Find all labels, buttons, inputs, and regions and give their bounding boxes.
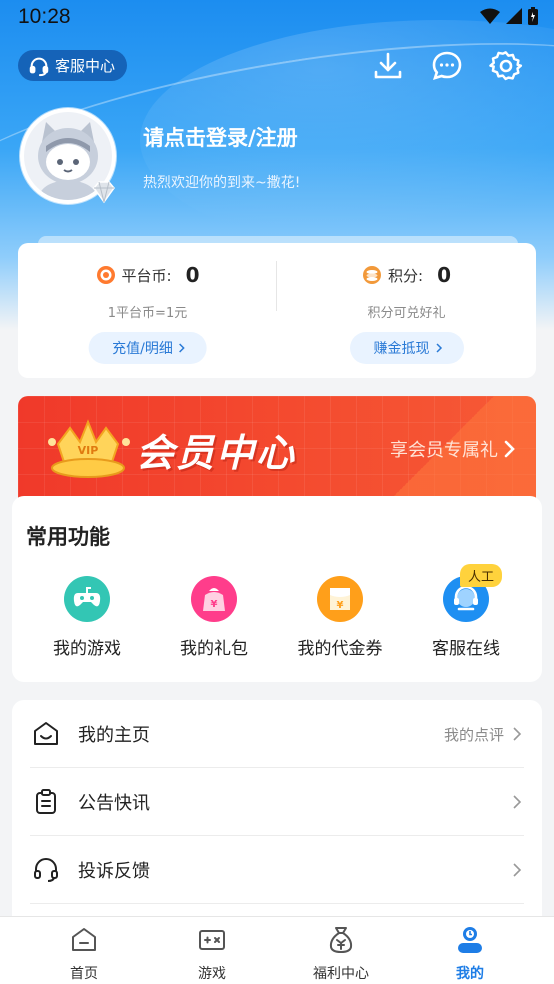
nav-item-games[interactable]: 游戏 <box>162 925 262 983</box>
profile-icon <box>458 927 482 953</box>
vip-center-banner[interactable]: VIP 会员中心 享会员专属礼 <box>18 396 536 506</box>
vip-link-label: 享会员专属礼 <box>390 440 498 461</box>
vip-badge-text: VIP <box>78 444 99 457</box>
menu-item-announcements[interactable]: 公告快讯 <box>30 768 524 836</box>
platform-coin-icon <box>96 266 115 284</box>
nav-item-label: 首页 <box>70 966 98 982</box>
headset-icon <box>29 57 49 76</box>
voucher-icon: ¥ <box>317 576 363 622</box>
home-icon <box>72 928 96 951</box>
vip-center-title: 会员中心 <box>136 431 297 475</box>
nav-item-home[interactable]: 首页 <box>34 925 134 983</box>
chevron-right-icon <box>513 863 522 877</box>
menu-item-label: 公告快讯 <box>78 793 150 814</box>
platform-coin-label: 平台币: <box>121 266 172 285</box>
money-bag-icon <box>329 927 353 954</box>
my-games-label: 我的游戏 <box>53 639 121 659</box>
wifi-icon <box>480 8 500 24</box>
menu-item-label: 投诉反馈 <box>78 861 150 882</box>
points-coin-icon <box>363 266 381 284</box>
diamond-badge-icon <box>93 181 115 204</box>
nav-item-label: 我的 <box>456 966 484 982</box>
download-icon <box>374 52 402 79</box>
my-vouchers-label: 我的代金券 <box>297 639 383 659</box>
gear-icon <box>489 51 523 81</box>
battery-icon <box>528 7 538 25</box>
customer-service-button[interactable]: 客服中心 <box>18 50 128 81</box>
status-bar: 10:28 <box>0 0 554 36</box>
earn-cash-label: 赚金抵现 <box>373 341 430 357</box>
nav-item-welfare-center[interactable]: 福利中心 <box>291 925 391 983</box>
vip-exclusive-gift-link[interactable]: 享会员专属礼 <box>390 436 516 462</box>
download-button[interactable] <box>368 46 408 86</box>
platform-coin-value: 0 <box>185 263 200 287</box>
nav-item-label: 福利中心 <box>313 966 369 982</box>
points-note: 积分可兑好礼 <box>367 306 446 321</box>
status-time: 10:28 <box>18 5 71 28</box>
platform-coin-section: 平台币: 0 1平台币=1元 充值/明细 <box>18 243 277 378</box>
nav-item-mine[interactable]: 我的 <box>420 925 520 983</box>
home-smile-icon <box>30 718 62 750</box>
crown-icon: VIP <box>48 419 130 478</box>
earn-cash-button[interactable]: 赚金抵现 <box>349 332 464 364</box>
settings-button[interactable] <box>486 46 526 86</box>
nav-item-label: 游戏 <box>198 966 226 982</box>
headphones-icon <box>30 854 62 886</box>
game-icon <box>199 930 225 950</box>
chevron-right-icon <box>435 343 442 353</box>
menu-item-label: 我的主页 <box>78 725 150 746</box>
online-service-label: 客服在线 <box>432 639 500 659</box>
gift-bag-icon: ¥ <box>191 576 237 622</box>
status-icons <box>480 7 538 25</box>
online-service-button[interactable]: 客服在线 <box>406 576 526 659</box>
my-games-button[interactable]: 我的游戏 <box>27 576 147 659</box>
chevron-right-icon <box>504 440 515 458</box>
divider <box>30 903 524 904</box>
chevron-right-icon <box>179 343 185 353</box>
signal-icon <box>506 8 522 24</box>
svg-text:¥: ¥ <box>337 600 344 611</box>
points-section: 积分: 0 积分可兑好礼 赚金抵现 <box>277 243 536 378</box>
gamepad-icon <box>64 576 110 622</box>
message-button[interactable] <box>427 46 467 86</box>
my-vouchers-button[interactable]: ¥ 我的代金券 <box>280 576 400 659</box>
recharge-details-label: 充值/明细 <box>112 341 173 357</box>
human-agent-tag: 人工 <box>460 564 503 587</box>
my-gift-packs-button[interactable]: ¥ 我的礼包 <box>154 576 274 659</box>
my-reviews-link[interactable]: 我的点评 <box>444 724 504 745</box>
chevron-right-icon <box>513 795 522 809</box>
clipboard-icon <box>30 786 62 818</box>
menu-item-complaint-feedback[interactable]: 投诉反馈 <box>30 836 524 904</box>
welcome-text: 热烈欢迎你的到来~撒花! <box>143 175 301 191</box>
svg-text:¥: ¥ <box>211 599 218 610</box>
customer-service-label: 客服中心 <box>55 57 116 75</box>
common-functions-card: 常用功能 我的游戏 ¥ 我的礼包 ¥ 我的代金券 客服在线 <box>12 496 542 682</box>
login-register-link[interactable]: 请点击登录/注册 <box>143 122 298 152</box>
coin-card: 平台币: 0 1平台币=1元 充值/明细 积分: 0 积分可兑好礼 赚金抵现 <box>18 243 536 378</box>
platform-coin-note: 1平台币=1元 <box>107 306 188 321</box>
my-gift-packs-label: 我的礼包 <box>180 639 248 659</box>
menu-item-my-homepage[interactable]: 我的主页 我的点评 <box>30 700 524 768</box>
points-value: 0 <box>437 263 451 287</box>
bottom-navigation: 首页 游戏 福利中心 我的 <box>0 916 554 984</box>
recharge-details-button[interactable]: 充值/明细 <box>88 332 207 364</box>
chat-bubble-icon <box>432 51 462 80</box>
common-functions-title: 常用功能 <box>26 525 110 549</box>
points-label: 积分: <box>388 266 424 285</box>
chevron-right-icon <box>513 727 522 741</box>
menu-list: 我的主页 我的点评 公告快讯 投诉反馈 <box>12 700 542 940</box>
